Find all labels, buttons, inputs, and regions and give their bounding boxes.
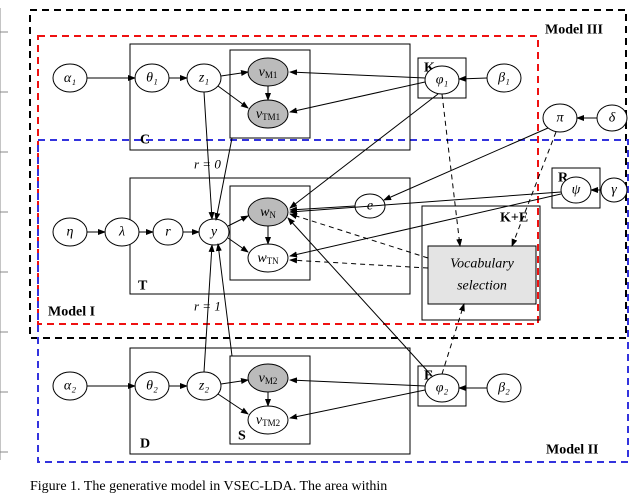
edge [459,78,487,79]
model2-label: Model II [546,443,599,458]
figure-caption: Figure 1. The generative model in VSEC-L… [30,479,387,494]
edge [290,94,438,208]
node-gamma-text: γ [611,183,617,198]
model1-label: Model I [48,305,95,320]
node-delta-text: δ [609,111,616,126]
vocab-box [428,246,536,304]
node-theta1-text: θ₁ [146,71,158,86]
model3-label: Model III [545,23,603,38]
edge [384,128,548,200]
node-a2-text: α₂ [64,379,76,394]
node-pi-text: π [556,111,564,126]
node-beta1-text: β₁ [497,71,510,86]
plate-C-label: C [140,133,150,148]
node-beta2-text: β₂ [497,381,510,396]
node-phi2-text: φ₂ [436,381,449,396]
node-theta2-text: θ₂ [146,379,158,394]
edge [442,94,460,246]
edge [512,132,556,246]
edge [290,192,561,212]
edge [228,238,248,252]
node-r-text: r [165,225,171,240]
edge [290,260,428,268]
node-y-text: y [209,225,218,240]
vocab-text2: selection [457,279,507,294]
plate-KE-label: K+E [500,211,528,226]
node-z2-text: z₂ [198,379,209,394]
node-eta-text: η [67,225,74,240]
edge [221,380,248,384]
plate-D-label: D [140,437,150,452]
edge [218,394,248,414]
edge [221,72,248,76]
node-lambda-text: λ [118,225,125,240]
model3-box [30,10,626,338]
plate-S-label: S [238,429,246,444]
vocab-text1: Vocabulary [450,257,515,272]
node-phi1-text: φ₁ [436,73,449,88]
edge [204,92,212,219]
plate-T-label: T [138,279,148,294]
edge [228,216,248,226]
node-psi-text: ψ [572,183,581,198]
r0-label: r = 0 [194,157,221,172]
node-z1-text: z₁ [198,71,209,86]
edge [218,86,248,108]
node-a1-text: α₁ [64,71,76,86]
